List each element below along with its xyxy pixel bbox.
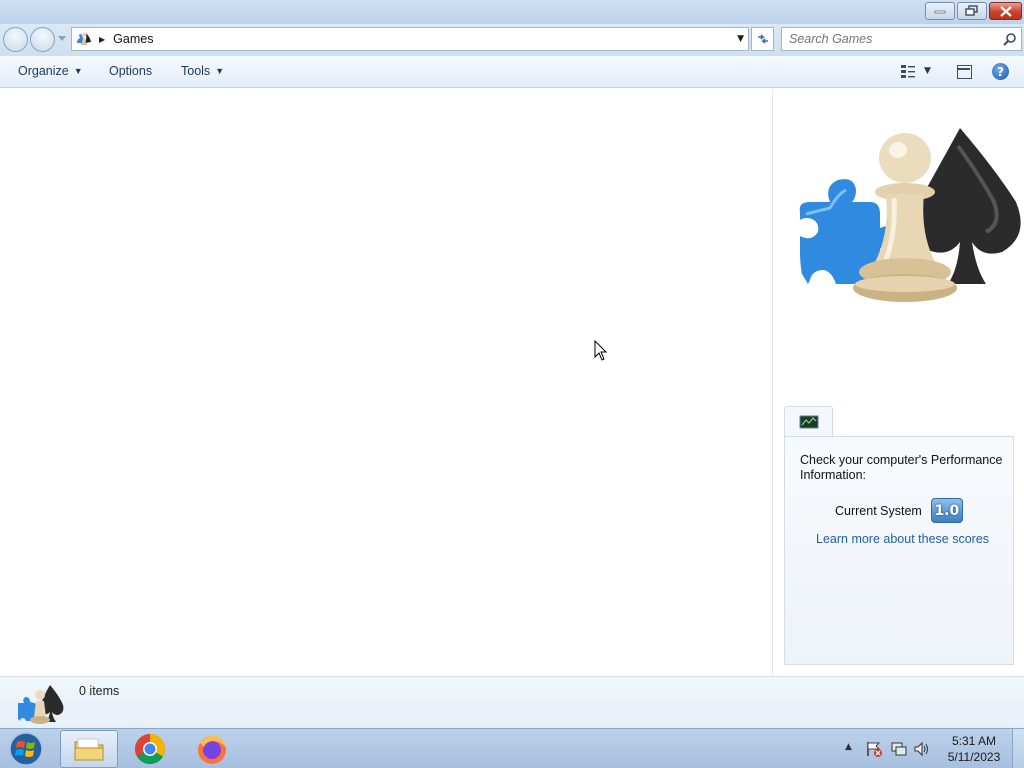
action-center-flag-icon[interactable] (865, 740, 883, 758)
search-box[interactable] (781, 27, 1022, 51)
navigation-bar: ▶ Games ▼ (0, 24, 1024, 56)
system-clock[interactable]: 5:31 AM 5/11/2023 (943, 733, 1005, 765)
minimize-icon (934, 10, 946, 14)
performance-info-panel: Check your computer's Performance Inform… (784, 436, 1014, 665)
games-logo-icon (799, 128, 1021, 302)
change-view-button[interactable]: ▼ (900, 64, 931, 78)
command-bar: Organize ▼ Options Tools ▼ ▼ (0, 56, 1024, 88)
help-icon[interactable]: ? (992, 63, 1009, 80)
breadcrumb-games[interactable]: Games (113, 32, 153, 46)
show-desktop-button[interactable] (1012, 729, 1024, 768)
tools-label: Tools (181, 64, 211, 78)
chevron-down-icon: ▼ (73, 66, 83, 76)
show-hidden-icons-button[interactable]: ▲ (845, 742, 852, 752)
performance-tab[interactable] (784, 406, 833, 437)
breadcrumb-separator-icon[interactable]: ▶ (99, 35, 105, 44)
title-bar (0, 0, 1024, 24)
details-pane: 0 items (0, 676, 1024, 728)
close-button[interactable] (989, 2, 1022, 20)
games-folder-icon (77, 32, 91, 45)
folder-icon (74, 738, 104, 761)
refresh-icon (757, 34, 768, 44)
volume-icon[interactable] (913, 740, 931, 758)
clock-time: 5:31 AM (951, 734, 997, 748)
restore-icon (965, 5, 978, 16)
chevron-down-icon: ▼ (215, 66, 225, 76)
restore-button[interactable] (957, 2, 987, 20)
view-options-icon (901, 65, 915, 78)
start-button[interactable] (6, 731, 46, 767)
item-count: 0 items (79, 684, 120, 698)
close-icon (999, 5, 1012, 17)
options-button[interactable]: Options (109, 64, 152, 78)
score-row: Current System 1.0 (835, 498, 963, 523)
address-bar[interactable]: ▶ Games ▼ (71, 27, 749, 51)
options-label: Options (109, 64, 153, 78)
performance-message: Check your computer's Performance Inform… (800, 453, 1003, 482)
learn-more-link[interactable]: Learn more about these scores (816, 532, 989, 546)
score-badge: 1.0 (930, 498, 963, 523)
back-button[interactable] (3, 27, 28, 52)
firefox-icon (198, 735, 226, 764)
forward-button[interactable] (30, 27, 55, 52)
taskbar: ▲ 5:31 AM 5/11/2023 (0, 728, 1024, 768)
taskbar-google-chrome[interactable] (121, 730, 179, 768)
tools-menu[interactable]: Tools ▼ (181, 64, 224, 78)
taskbar-firefox[interactable] (183, 730, 241, 768)
recent-pages-chevron-icon[interactable] (58, 36, 66, 42)
refresh-button[interactable] (751, 27, 774, 51)
organize-label: Organize (18, 64, 69, 78)
chrome-icon (134, 734, 166, 765)
score-label: Current System (835, 503, 922, 518)
organize-menu[interactable]: Organize ▼ (18, 64, 83, 78)
games-icon (18, 685, 64, 724)
taskbar-windows-explorer[interactable] (60, 730, 118, 768)
clock-date: 5/11/2023 (947, 750, 1001, 764)
search-icon[interactable] (1003, 32, 1017, 46)
preview-pane-icon[interactable] (957, 65, 972, 79)
chevron-down-icon: ▼ (924, 66, 931, 76)
file-list-area[interactable] (0, 89, 771, 676)
mouse-cursor-icon (594, 340, 608, 361)
minimize-button[interactable] (925, 2, 955, 20)
performance-monitor-icon (799, 415, 818, 429)
address-history-dropdown-icon[interactable]: ▼ (737, 34, 744, 44)
network-icon[interactable] (890, 740, 908, 758)
search-input[interactable] (789, 28, 999, 50)
